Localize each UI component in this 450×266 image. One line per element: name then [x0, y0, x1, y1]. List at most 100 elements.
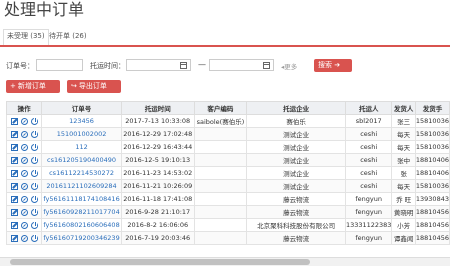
edit-icon[interactable]	[10, 130, 18, 138]
table-row: 112 2016-12-29 16:43:44 测试企业 ceshi 每天 1581003…	[5, 140, 450, 154]
power-icon[interactable]	[30, 116, 38, 125]
shipper-company-cell: 测试企业	[246, 140, 346, 154]
cancel-icon[interactable]	[20, 221, 28, 229]
cancel-icon[interactable]	[20, 182, 28, 190]
cancel-icon[interactable]	[20, 195, 28, 203]
more-filters-link[interactable]: ◂更多	[281, 61, 297, 71]
order-no-cell[interactable]: fy56161118174108416	[41, 192, 122, 206]
edit-icon[interactable]	[10, 182, 18, 190]
order-no-cell[interactable]: 112	[41, 140, 122, 154]
row-actions	[5, 218, 43, 232]
shipper-cell: sbl2017	[344, 114, 393, 128]
cancel-icon[interactable]	[20, 130, 28, 138]
ship-time-cell: 2016-11-21 10:26:09	[120, 179, 195, 193]
power-icon[interactable]	[30, 194, 38, 203]
shipper-company-cell: 测试企业	[246, 166, 346, 180]
cancel-icon[interactable]	[20, 117, 28, 125]
order-no-cell[interactable]: cs161205190400490	[41, 153, 122, 167]
edit-icon[interactable]	[10, 143, 18, 151]
customer-code-cell: saibole(赛伯乐)	[193, 114, 248, 128]
cancel-icon[interactable]	[20, 156, 28, 164]
sender-cell: 谭鑫闻	[391, 231, 416, 245]
order-no-cell[interactable]: 20161121102609284	[41, 179, 122, 193]
sender-cell: 张	[391, 166, 416, 180]
order-no-cell[interactable]: fy56160802160606408	[41, 218, 122, 232]
col-header-sender[interactable]: 发货人	[391, 101, 416, 115]
tab-unaccepted[interactable]: 未受理 (35)	[3, 29, 49, 45]
tab-pending-billing[interactable]: 待开单 (26)	[49, 30, 87, 42]
col-header-customer-code[interactable]: 客户编码	[193, 101, 248, 115]
power-icon[interactable]	[30, 207, 38, 216]
power-icon[interactable]	[30, 220, 38, 229]
edit-icon[interactable]	[10, 169, 18, 177]
shipper-cell: ceshi	[344, 153, 393, 167]
customer-code-cell	[193, 140, 248, 154]
ship-time-cell: 2016-8-2 16:06:06	[120, 218, 195, 232]
edit-icon[interactable]	[10, 208, 18, 216]
sender-phone-cell: 18810406	[414, 153, 450, 167]
edit-icon[interactable]	[10, 221, 18, 229]
sender-cell: 黄晓明	[391, 205, 416, 219]
row-actions	[5, 166, 43, 180]
table-row: cs16112214530272 2016-11-23 14:53:02 测试企业 c…	[5, 166, 450, 180]
sender-cell: 乔 旺	[391, 192, 416, 206]
edit-icon[interactable]	[10, 234, 18, 242]
col-header-shipper[interactable]: 托运人	[344, 101, 393, 115]
shipper-cell: ceshi	[344, 179, 393, 193]
sender-phone-cell: 18810456	[414, 205, 450, 219]
cancel-icon[interactable]	[20, 234, 28, 242]
order-no-cell[interactable]: 123456	[41, 114, 122, 128]
order-no-cell[interactable]: cs16112214530272	[41, 166, 122, 180]
row-actions	[5, 127, 43, 141]
power-icon[interactable]	[30, 155, 38, 164]
power-icon[interactable]	[30, 233, 38, 242]
customer-code-cell	[193, 179, 248, 193]
calendar-icon[interactable]	[180, 62, 187, 69]
edit-icon[interactable]	[10, 195, 18, 203]
ship-time-label: 托运时间：	[90, 62, 125, 70]
col-header-order-no[interactable]: 订单号	[41, 101, 122, 115]
power-icon[interactable]	[30, 168, 38, 177]
col-header-sender-phone[interactable]: 发货手	[414, 101, 450, 115]
shipper-cell: ceshi	[344, 140, 393, 154]
sender-phone-cell: 15810036	[414, 127, 450, 141]
shipper-company-cell: 藤云物流	[246, 231, 346, 245]
power-icon[interactable]	[30, 129, 38, 138]
scrollbar-thumb[interactable]	[10, 259, 310, 265]
col-header-ship-time[interactable]: 托运时间	[120, 101, 195, 115]
order-no-cell[interactable]: 151001002002	[41, 127, 122, 141]
ship-time-cell: 2016-9-28 21:10:17	[120, 205, 195, 219]
ship-time-cell: 2016-11-18 17:41:08	[120, 192, 195, 206]
power-icon[interactable]	[30, 142, 38, 151]
shipper-cell: fengyun	[344, 231, 393, 245]
cancel-icon[interactable]	[20, 169, 28, 177]
order-no-input[interactable]	[36, 59, 83, 71]
ship-time-cell: 2016-12-29 16:43:44	[120, 140, 195, 154]
shipper-company-cell: 测试企业	[246, 127, 346, 141]
search-button[interactable]: 搜索 ➔	[314, 59, 352, 72]
shipper-cell: fengyun	[344, 205, 393, 219]
sender-phone-cell: 18810406	[414, 166, 450, 180]
power-icon[interactable]	[30, 181, 38, 190]
shipper-company-cell: 北京聚科科技股份有限公司	[246, 218, 346, 232]
table-row: cs161205190400490 2016-12-5 19:10:13 测试企业 c…	[5, 153, 450, 167]
col-header-shipper-company[interactable]: 托运企业	[246, 101, 346, 115]
table-row: fy56160802160606408 2016-8-2 16:06:06 北京聚科…	[5, 218, 450, 232]
cancel-icon[interactable]	[20, 208, 28, 216]
calendar-icon[interactable]	[263, 62, 270, 69]
order-no-cell[interactable]: fy56160719200346239	[41, 231, 122, 245]
export-order-button[interactable]: ↪ 导出订单	[67, 80, 121, 93]
ship-time-cell: 2016-12-29 17:02:48	[120, 127, 195, 141]
page-title: 处理中订单	[4, 0, 85, 19]
order-no-cell[interactable]: fy56160928211017704	[41, 205, 122, 219]
sender-cell: 每天	[391, 140, 416, 154]
edit-icon[interactable]	[10, 156, 18, 164]
cancel-icon[interactable]	[20, 143, 28, 151]
customer-code-cell	[193, 231, 248, 245]
date-separator: —	[198, 60, 206, 69]
edit-icon[interactable]	[10, 117, 18, 125]
new-order-button[interactable]: + 新增订单	[6, 80, 60, 93]
table-row: fy56160719200346239 2016-7-19 20:03:46 藤云物…	[5, 231, 450, 245]
customer-code-cell	[193, 192, 248, 206]
customer-code-cell	[193, 205, 248, 219]
